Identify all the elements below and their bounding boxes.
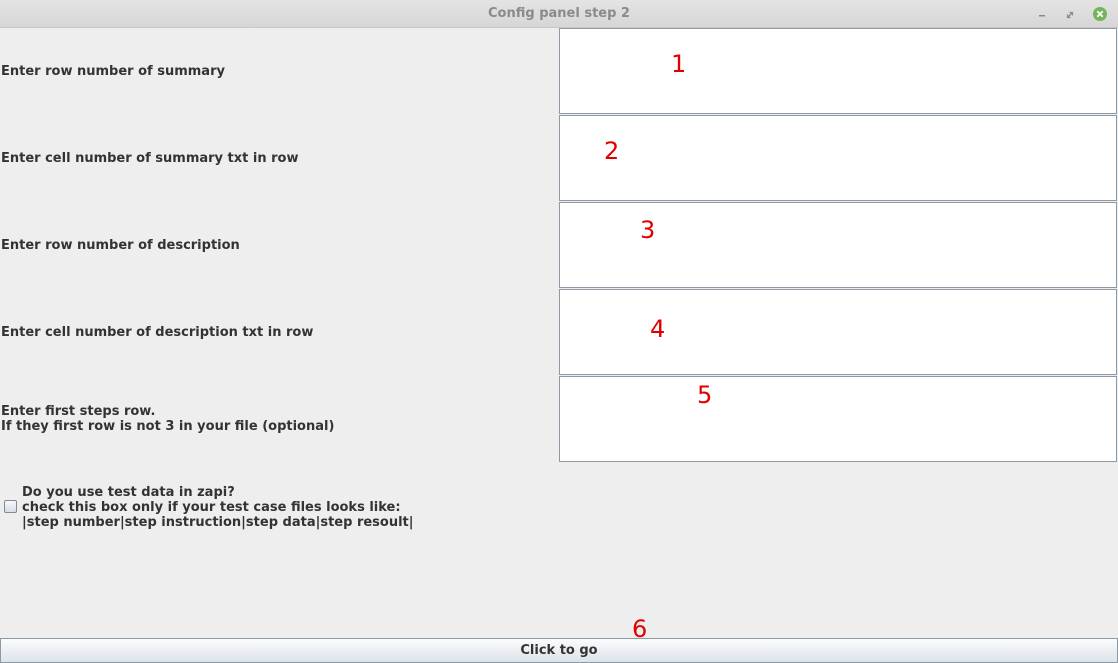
maximize-icon[interactable]: [1062, 6, 1078, 22]
minimize-icon[interactable]: [1034, 6, 1050, 22]
test-data-checkbox[interactable]: [4, 500, 17, 513]
description-cell-input[interactable]: [559, 289, 1117, 375]
test-data-question: Do you use test data in zapi?: [22, 485, 235, 500]
title-bar: Config panel step 2: [0, 0, 1118, 28]
window-title: Config panel step 2: [488, 6, 630, 21]
test-data-hint: check this box only if your test case fi…: [22, 500, 401, 515]
close-icon[interactable]: [1092, 6, 1108, 22]
label-summary-row: Enter row number of summary: [1, 64, 225, 79]
first-steps-row-input[interactable]: [559, 376, 1117, 462]
click-to-go-button[interactable]: Click to go: [0, 638, 1118, 663]
label-first-steps-row-hint: If they first row is not 3 in your file …: [1, 419, 335, 434]
summary-cell-input[interactable]: [559, 115, 1117, 201]
label-description-row: Enter row number of description: [1, 238, 240, 253]
label-summary-cell: Enter cell number of summary txt in row: [1, 151, 299, 166]
test-data-checkbox-label[interactable]: Do you use test data in zapi? check this…: [22, 485, 414, 530]
label-first-steps-row: Enter first steps row.: [1, 404, 156, 419]
test-data-format: |step number|step instruction|step data|…: [22, 515, 414, 530]
summary-row-input[interactable]: [559, 28, 1117, 114]
label-description-cell: Enter cell number of description txt in …: [1, 325, 314, 340]
description-row-input[interactable]: [559, 202, 1117, 288]
